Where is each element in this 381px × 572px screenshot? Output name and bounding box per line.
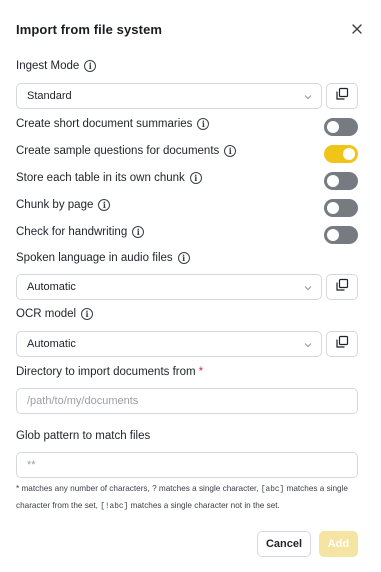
- copy-icon: [335, 87, 349, 106]
- spoken-language-label: Spoken language in audio files i: [16, 252, 190, 264]
- ingest-mode-select[interactable]: Standard: [16, 83, 322, 109]
- info-icon[interactable]: i: [197, 118, 210, 130]
- toggle-label-summaries: Create short document summaries i: [16, 118, 210, 130]
- ocr-model-select[interactable]: Automatic: [16, 331, 322, 357]
- glob-label: Glob pattern to match files: [16, 430, 151, 442]
- info-icon[interactable]: i: [132, 226, 145, 238]
- dialog-header: Import from file system: [16, 20, 365, 38]
- required-marker: *: [198, 366, 204, 378]
- info-icon[interactable]: i: [84, 60, 97, 72]
- code-abc: [abc]: [260, 486, 285, 494]
- info-icon[interactable]: i: [81, 308, 94, 320]
- toggle-chunk-by-page[interactable]: [324, 199, 358, 217]
- toggle-knob: [343, 148, 355, 160]
- ocr-model-copy-button[interactable]: [326, 331, 358, 357]
- copy-icon: [335, 278, 349, 297]
- spoken-language-value: Automatic: [27, 281, 76, 293]
- info-icon[interactable]: i: [177, 252, 190, 264]
- glob-help-text: * matches any number of characters, ? ma…: [16, 484, 348, 511]
- glob-input[interactable]: [16, 452, 358, 478]
- toggle-label-sample-questions: Create sample questions for documents i: [16, 145, 237, 157]
- ocr-model-label: OCR model i: [16, 308, 94, 320]
- toggle-table-chunk[interactable]: [324, 172, 358, 190]
- chevron-down-icon: [303, 92, 313, 105]
- info-icon[interactable]: i: [224, 145, 237, 157]
- spoken-language-copy-button[interactable]: [326, 274, 358, 300]
- info-icon[interactable]: i: [189, 172, 202, 184]
- toggle-label-chunk-by-page: Chunk by page i: [16, 199, 111, 211]
- toggle-knob: [327, 202, 339, 214]
- code-not-abc: [!abc]: [100, 503, 129, 511]
- chevron-down-icon: [303, 283, 313, 296]
- directory-input[interactable]: [16, 388, 358, 414]
- dialog-title: Import from file system: [16, 21, 163, 37]
- copy-icon: [335, 335, 349, 354]
- ingest-mode-label: Ingest Mode i: [16, 60, 97, 72]
- ingest-mode-value: Standard: [27, 90, 72, 102]
- toggle-handwriting[interactable]: [324, 226, 358, 244]
- toggle-label-table-chunk: Store each table in its own chunk i: [16, 172, 202, 184]
- toggle-knob: [327, 121, 339, 133]
- spoken-language-select[interactable]: Automatic: [16, 274, 322, 300]
- toggle-summaries[interactable]: [324, 118, 358, 136]
- info-icon[interactable]: i: [98, 199, 111, 211]
- chevron-down-icon: [303, 340, 313, 353]
- toggle-label-handwriting: Check for handwriting i: [16, 226, 145, 238]
- close-icon[interactable]: [349, 21, 365, 37]
- toggle-knob: [327, 229, 339, 241]
- ingest-mode-copy-button[interactable]: [326, 83, 358, 109]
- directory-label: Directory to import documents from *: [16, 366, 204, 378]
- cancel-button[interactable]: Cancel: [257, 531, 311, 557]
- toggle-sample-questions[interactable]: [324, 145, 358, 163]
- import-dialog: Import from file system Ingest Mode i St…: [0, 0, 381, 572]
- ocr-model-value: Automatic: [27, 338, 76, 350]
- add-button[interactable]: Add: [319, 531, 358, 557]
- toggle-knob: [327, 175, 339, 187]
